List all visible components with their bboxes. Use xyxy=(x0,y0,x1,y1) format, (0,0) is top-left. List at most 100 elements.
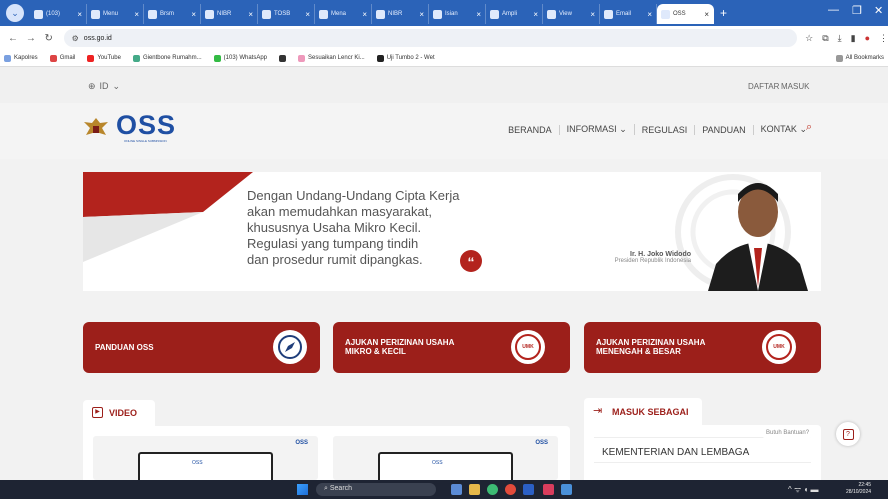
tab-close-icon[interactable]: × xyxy=(248,10,253,19)
bookmark-item[interactable]: Sesuaikan Lencr Ki... xyxy=(298,54,365,62)
tab-label: Ampli xyxy=(502,11,518,17)
browser-tab[interactable]: Ampli × xyxy=(486,4,543,24)
new-tab-button[interactable]: + xyxy=(720,6,727,20)
app-icon[interactable] xyxy=(561,484,572,495)
tab-favicon-icon xyxy=(148,9,157,19)
tab-close-icon[interactable]: × xyxy=(704,10,709,19)
browser-tab[interactable]: (103) × xyxy=(30,4,87,24)
video-thumbnail[interactable]: OSS OSS xyxy=(333,436,558,480)
tab-close-icon[interactable]: × xyxy=(476,10,481,19)
ajukan-umk-button[interactable]: AJUKAN PERIZINAN USAHA MIKRO & KECIL UMK xyxy=(333,322,570,373)
url-field[interactable]: ⚙ oss.go.id xyxy=(63,29,798,47)
nav-kontak[interactable]: KONTAK ⌄ xyxy=(754,124,814,135)
video-thumbnail[interactable]: OSS OSS xyxy=(93,436,318,480)
bookmark-item[interactable]: Gientbone Rumahm... xyxy=(132,54,202,62)
browser-tab[interactable]: Brsm × xyxy=(144,4,201,24)
all-bookmarks[interactable]: All Bookmarks xyxy=(835,54,884,62)
site-info-icon[interactable]: ⚙ xyxy=(72,34,79,43)
tab-search-icon[interactable]: ⌄ xyxy=(6,4,24,22)
tab-favicon-icon xyxy=(433,9,442,19)
reload-icon[interactable]: ↻ xyxy=(42,33,56,44)
oss-logo[interactable]: OSS ONLINE SINGLE SUBMISSION xyxy=(116,111,176,143)
tab-label: TOSB xyxy=(274,11,291,17)
tab-close-icon[interactable]: × xyxy=(77,10,82,19)
browser-tab[interactable]: Email × xyxy=(600,4,657,24)
nav-beranda[interactable]: BERANDA xyxy=(501,124,560,135)
taskbar-search[interactable]: ⌕ Search xyxy=(316,483,436,496)
ajukan-non-umk-button[interactable]: AJUKAN PERIZINAN USAHA MENENGAH & BESAR … xyxy=(584,322,821,373)
masuk-link[interactable]: MASUK xyxy=(781,82,809,91)
browser-tab[interactable]: Isian × xyxy=(429,4,486,24)
tab-close-icon[interactable]: × xyxy=(419,10,424,19)
maximize-icon[interactable]: ❐ xyxy=(852,4,862,17)
laptop-logo: OSS xyxy=(192,460,203,466)
help-label: Butuh Bantuan? xyxy=(762,428,814,438)
chrome-profile-icon[interactable] xyxy=(505,484,516,495)
tab-close-icon[interactable]: × xyxy=(590,10,595,19)
chevron-down-icon: ⌄ xyxy=(619,124,627,134)
profile-icon[interactable]: ● xyxy=(865,33,870,44)
bookmark-item[interactable]: (103) WhatsApp xyxy=(213,54,267,62)
chrome-icon[interactable] xyxy=(487,484,498,495)
tab-favicon-icon xyxy=(91,9,100,19)
hero-role: Presiden Republik Indonesia xyxy=(614,258,691,264)
tab-close-icon[interactable]: × xyxy=(362,10,367,19)
file-explorer-icon[interactable] xyxy=(469,484,480,495)
browser-tab[interactable]: View × xyxy=(543,4,600,24)
forward-icon[interactable]: → xyxy=(24,33,38,44)
video-tab[interactable]: ▶ VIDEO xyxy=(83,400,155,426)
tab-close-icon[interactable]: × xyxy=(305,10,310,19)
garuda-logo-icon xyxy=(82,115,110,143)
clock[interactable]: 22:45 28/10/2024 xyxy=(846,482,871,496)
system-tray-icons[interactable]: ^ ᯤ ◖ ▬ xyxy=(788,484,819,495)
tab-close-icon[interactable]: × xyxy=(533,10,538,19)
daftar-link[interactable]: DAFTAR xyxy=(748,82,779,91)
main-nav: BERANDA INFORMASI ⌄ REGULASI PANDUAN KON… xyxy=(501,124,814,135)
bookmark-star-icon[interactable]: ☆ xyxy=(805,33,813,44)
bookmark-item[interactable]: YouTube xyxy=(87,54,121,62)
app-icon[interactable] xyxy=(543,484,554,495)
extensions-icon[interactable]: ⧉ xyxy=(822,33,828,44)
panduan-oss-button[interactable]: PANDUAN OSS xyxy=(83,322,320,373)
browser-tab[interactable]: NIBR × xyxy=(201,4,258,24)
nav-panduan[interactable]: PANDUAN xyxy=(695,124,754,135)
minimize-icon[interactable]: — xyxy=(828,4,839,16)
sidebar-icon[interactable]: ▮ xyxy=(851,33,856,44)
download-icon[interactable]: ⤓ xyxy=(838,33,842,44)
bookmark-item[interactable]: Uji Tumbo 2 - Wet xyxy=(376,54,435,62)
laptop-frame: OSS xyxy=(378,452,513,480)
kementerian-option[interactable]: KEMENTERIAN DAN LEMBAGA xyxy=(594,437,811,463)
bookmark-item[interactable]: Kapolres xyxy=(4,54,38,62)
laptop-logo: OSS xyxy=(432,460,443,466)
tab-favicon-icon xyxy=(205,9,214,19)
windows-start-icon[interactable] xyxy=(297,484,308,495)
language-selector[interactable]: ⊕ ID ⌄ xyxy=(88,81,120,92)
word-icon[interactable] xyxy=(523,484,534,495)
back-icon[interactable]: ← xyxy=(6,33,20,44)
browser-tab[interactable]: NIBR × xyxy=(372,4,429,24)
browser-tab[interactable]: TOSB × xyxy=(258,4,315,24)
masuk-sebagai-tab[interactable]: ⇥ MASUK SEBAGAI xyxy=(584,398,702,425)
bookmark-item[interactable]: Gmail xyxy=(49,54,75,62)
tab-close-icon[interactable]: × xyxy=(191,10,196,19)
taskbar-search-label: Search xyxy=(329,485,353,492)
browser-tab[interactable]: Mena × xyxy=(315,4,372,24)
nav-informasi[interactable]: INFORMASI ⌄ xyxy=(560,124,635,135)
browser-tab[interactable]: Menu × xyxy=(87,4,144,24)
browser-tab[interactable]: OSS × xyxy=(657,4,714,24)
hero-attribution: Ir. H. Joko Widodo Presiden Republik Ind… xyxy=(543,251,691,264)
menu-icon[interactable]: ⋮ xyxy=(879,33,888,44)
close-window-icon[interactable]: ✕ xyxy=(874,4,883,17)
bookmark-item[interactable] xyxy=(279,54,286,62)
login-icon: ⇥ xyxy=(593,405,603,417)
tab-label: Isian xyxy=(445,11,458,17)
nav-regulasi[interactable]: REGULASI xyxy=(635,124,696,135)
tab-label: Mena xyxy=(331,11,347,17)
tab-label: Menu xyxy=(103,11,119,17)
search-icon[interactable]: ⌕ xyxy=(806,121,812,134)
tab-close-icon[interactable]: × xyxy=(134,10,139,19)
tab-close-icon[interactable]: × xyxy=(647,10,652,19)
help-button[interactable]: ? xyxy=(836,422,860,446)
task-view-icon[interactable] xyxy=(451,484,462,495)
tab-favicon-icon xyxy=(376,9,385,19)
